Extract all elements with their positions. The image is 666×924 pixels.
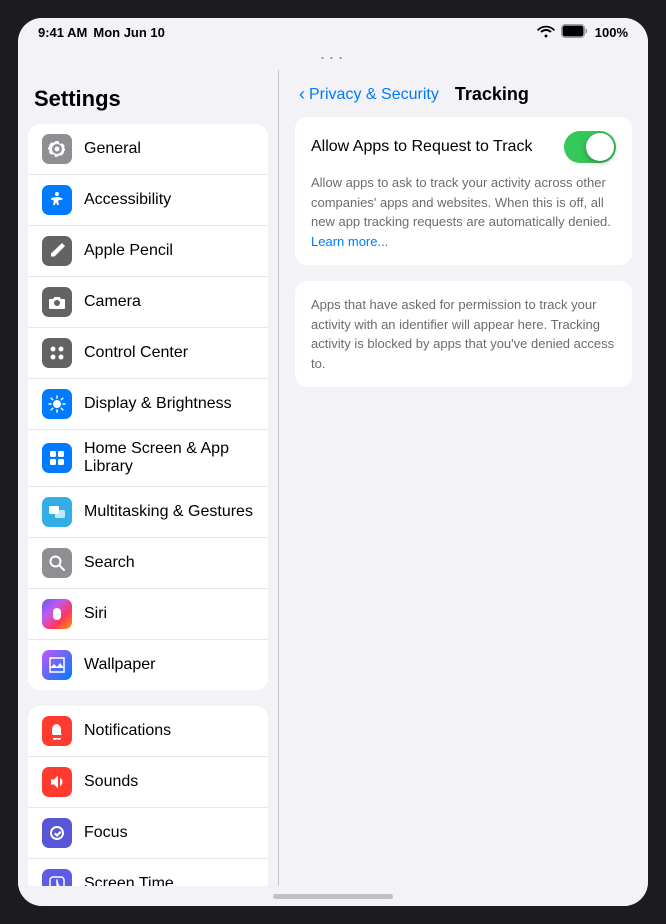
accessibility-icon xyxy=(42,185,72,215)
sidebar-item-control-center[interactable]: Control Center xyxy=(28,328,268,379)
toggle-knob xyxy=(586,133,614,161)
sidebar-item-label: Notifications xyxy=(84,722,171,740)
status-right: 100% xyxy=(537,24,628,41)
sidebar-item-label: Screen Time xyxy=(84,875,174,886)
allow-tracking-toggle[interactable] xyxy=(564,131,616,163)
sidebar-item-focus[interactable]: Focus xyxy=(28,808,268,859)
focus-icon xyxy=(42,818,72,848)
learn-more-link[interactable]: Learn more... xyxy=(311,234,388,249)
sidebar-item-sounds[interactable]: Sounds xyxy=(28,757,268,808)
screen: 9:41 AM Mon Jun 10 xyxy=(18,18,648,906)
tracking-info-card: Apps that have asked for permission to t… xyxy=(295,281,632,387)
right-panel: ‹ Privacy & Security Tracking Allow Apps… xyxy=(279,70,648,886)
sidebar-item-label: Multitasking & Gestures xyxy=(84,503,253,521)
sidebar-item-accessibility[interactable]: Accessibility xyxy=(28,175,268,226)
sidebar-item-screen-time[interactable]: Screen Time xyxy=(28,859,268,886)
sidebar-item-general[interactable]: General xyxy=(28,124,268,175)
date-display: Mon Jun 10 xyxy=(93,25,165,40)
sidebar-item-label: Sounds xyxy=(84,773,138,791)
sidebar-group-1: General Accessibility xyxy=(28,124,268,690)
sounds-icon xyxy=(42,767,72,797)
battery-percent: 100% xyxy=(595,25,628,40)
sidebar-item-search[interactable]: Search xyxy=(28,538,268,589)
toggle-row: Allow Apps to Request to Track xyxy=(311,131,616,163)
tracking-info-description: Apps that have asked for permission to t… xyxy=(311,295,616,373)
status-left: 9:41 AM Mon Jun 10 xyxy=(38,25,165,40)
sidebar-item-label: Apple Pencil xyxy=(84,242,173,260)
sidebar-title: Settings xyxy=(18,70,278,124)
status-bar: 9:41 AM Mon Jun 10 xyxy=(18,18,648,45)
wallpaper-icon xyxy=(42,650,72,680)
sidebar-item-wallpaper[interactable]: Wallpaper xyxy=(28,640,268,690)
gear-icon xyxy=(42,134,72,164)
home-screen-icon xyxy=(42,443,72,473)
screen-time-icon xyxy=(42,869,72,886)
panel-content: Allow Apps to Request to Track Allow app… xyxy=(279,117,648,387)
notifications-icon xyxy=(42,716,72,746)
sidebar-item-label: Control Center xyxy=(84,344,188,362)
home-bar xyxy=(273,894,393,899)
home-indicator xyxy=(18,886,648,906)
back-button[interactable]: ‹ Privacy & Security xyxy=(299,84,439,105)
multitasking-icon xyxy=(42,497,72,527)
search-icon xyxy=(42,548,72,578)
panel-title: Tracking xyxy=(455,84,529,105)
sidebar-item-label: Wallpaper xyxy=(84,656,155,674)
sidebar-item-notifications[interactable]: Notifications xyxy=(28,706,268,757)
siri-icon xyxy=(42,599,72,629)
main-content: Settings General xyxy=(18,70,648,886)
pencil-icon xyxy=(42,236,72,266)
wifi-icon xyxy=(537,24,555,41)
sidebar-item-label: General xyxy=(84,140,141,158)
sidebar-item-label: Focus xyxy=(84,824,128,842)
display-brightness-icon xyxy=(42,389,72,419)
sidebar-item-label: Camera xyxy=(84,293,141,311)
sidebar-item-multitasking[interactable]: Multitasking & Gestures xyxy=(28,487,268,538)
sidebar-item-camera[interactable]: Camera xyxy=(28,277,268,328)
sidebar-item-label: Home Screen & App Library xyxy=(84,440,254,476)
sidebar-item-label: Accessibility xyxy=(84,191,171,209)
panel-header: ‹ Privacy & Security Tracking xyxy=(279,70,648,117)
allow-tracking-card: Allow Apps to Request to Track Allow app… xyxy=(295,117,632,265)
sidebar-item-label: Display & Brightness xyxy=(84,395,232,413)
sidebar-item-display-brightness[interactable]: Display & Brightness xyxy=(28,379,268,430)
tracking-description: Allow apps to ask to track your activity… xyxy=(311,173,616,251)
device-frame: 9:41 AM Mon Jun 10 xyxy=(0,0,666,924)
back-label: Privacy & Security xyxy=(309,86,439,104)
sidebar-item-label: Siri xyxy=(84,605,107,623)
control-center-icon xyxy=(42,338,72,368)
sidebar-group-2: Notifications Sounds xyxy=(28,706,268,886)
battery-icon xyxy=(561,24,589,41)
sidebar-item-siri[interactable]: Siri xyxy=(28,589,268,640)
camera-icon xyxy=(42,287,72,317)
sidebar-item-apple-pencil[interactable]: Apple Pencil xyxy=(28,226,268,277)
sidebar-item-home-screen[interactable]: Home Screen & App Library xyxy=(28,430,268,487)
top-dots: ··· xyxy=(18,45,648,70)
time-display: 9:41 AM xyxy=(38,25,87,40)
chevron-left-icon: ‹ xyxy=(299,84,305,105)
toggle-label: Allow Apps to Request to Track xyxy=(311,138,532,156)
sidebar: Settings General xyxy=(18,70,278,886)
sidebar-item-label: Search xyxy=(84,554,135,572)
